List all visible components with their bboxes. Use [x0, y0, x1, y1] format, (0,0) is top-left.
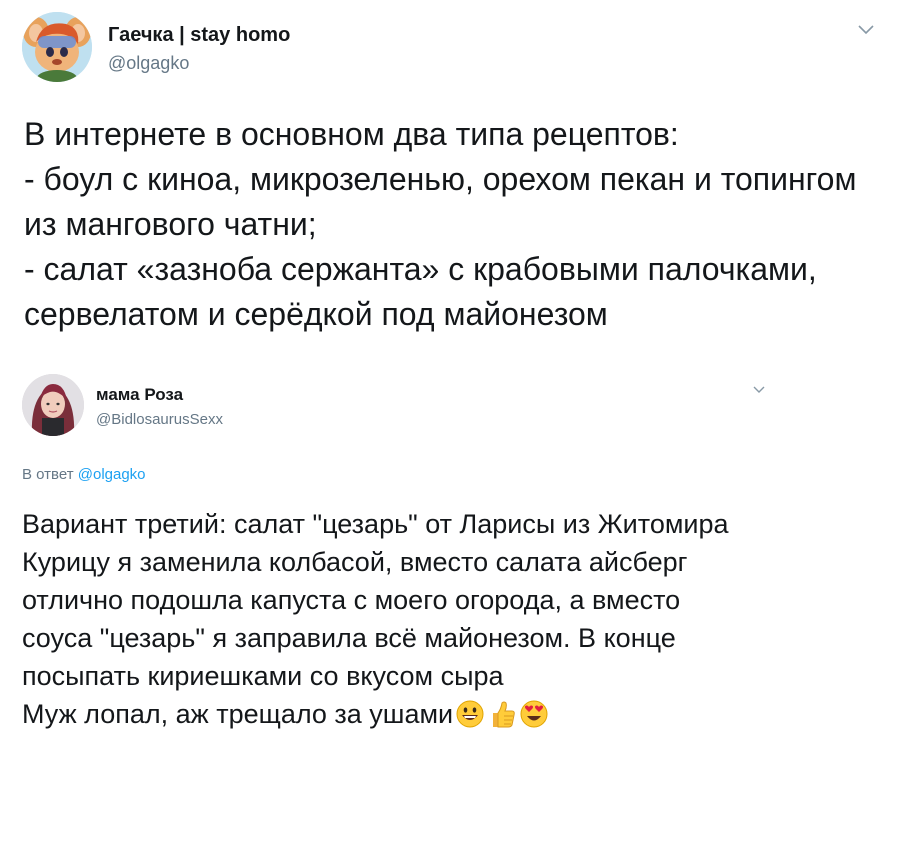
- heart-eyes-emoji-icon: [520, 700, 548, 728]
- display-name[interactable]: Гаечка | stay homo: [108, 24, 290, 47]
- reply-prefix: В ответ: [22, 466, 74, 483]
- reply-context: В ответ @olgagko: [22, 466, 146, 483]
- cartoon-mouse-avatar-icon: [22, 12, 92, 82]
- user-photo-avatar-icon: [22, 374, 84, 436]
- tweet-reply: мама Роза @BidlosaurusSexx В ответ @olga…: [0, 352, 900, 852]
- smiley-emoji-icon: [456, 700, 484, 728]
- chevron-down-icon[interactable]: [857, 24, 875, 36]
- display-name[interactable]: мама Роза: [96, 385, 183, 405]
- user-handle[interactable]: @olgagko: [108, 53, 189, 74]
- tweet-text: Вариант третий: салат "цезарь" от Ларисы…: [22, 509, 729, 729]
- avatar[interactable]: [22, 374, 84, 436]
- thumbs-up-emoji-icon: [493, 701, 515, 728]
- user-handle[interactable]: @BidlosaurusSexx: [96, 411, 223, 428]
- emoji-group: [455, 699, 551, 739]
- tweet-text: В интернете в основном два типа рецептов…: [24, 116, 857, 332]
- avatar[interactable]: [22, 12, 92, 82]
- chevron-down-icon[interactable]: [752, 385, 766, 395]
- reply-mention-link[interactable]: @olgagko: [78, 466, 146, 483]
- tweet-text-container: Вариант третий: салат "цезарь" от Ларисы…: [22, 505, 742, 739]
- tweet-original: Гаечка | stay homo @olgagko В интернете …: [0, 0, 900, 352]
